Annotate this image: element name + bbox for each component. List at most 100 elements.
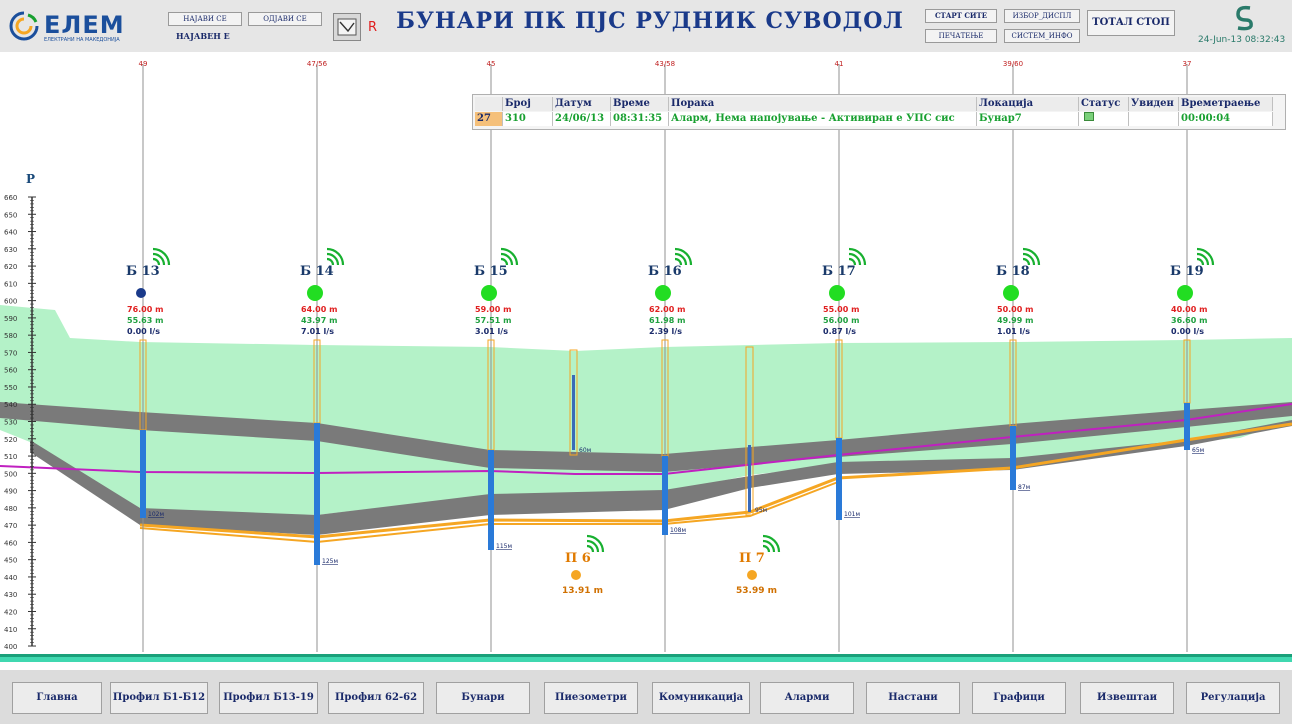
pump-status-icon[interactable] <box>136 288 146 298</box>
well-name-19[interactable]: Б 19 <box>1170 264 1204 279</box>
axis-tick-label: 400 <box>4 643 17 651</box>
well-depth-label: 101м <box>844 511 860 518</box>
alarm-row[interactable]: 27 310 24/06/13 08:31:35 Аларм, Нема нап… <box>475 112 1273 126</box>
well-flow-value: 0.87 l/s <box>823 327 856 336</box>
well-level-value: 64.00 m <box>301 305 338 314</box>
pump-status-icon[interactable] <box>481 285 497 301</box>
print-button[interactable]: ПЕЧАТЕЊЕ <box>925 29 997 43</box>
display-toggle-button[interactable] <box>333 13 361 41</box>
pump-status-icon[interactable] <box>1177 285 1193 301</box>
system-info-button[interactable]: СИСТЕМ_ИНФО <box>1004 29 1080 43</box>
alarm-col-time: Време <box>611 97 669 111</box>
piezometer-status-icon[interactable] <box>571 570 581 580</box>
marker-b17: 41 <box>834 60 844 68</box>
well-flow-value: 3.01 l/s <box>475 327 508 336</box>
axis-tick-label: 540 <box>4 401 17 409</box>
logged-in-status: НАЈАВЕН Е <box>176 31 230 41</box>
well-depth-label: 125м <box>322 558 338 565</box>
nav-button-3[interactable]: Профил Б13-19 <box>219 682 318 714</box>
axis-tick-label: 430 <box>4 591 17 599</box>
nav-button-1[interactable]: Главна <box>12 682 102 714</box>
well-flow-value: 1.01 l/s <box>997 327 1030 336</box>
alarm-header-row: Број Датум Време Порака Локација Статус … <box>475 97 1273 111</box>
nav-button-11[interactable]: Извештаи <box>1080 682 1174 714</box>
alarm-col-index <box>475 97 503 111</box>
well-name-14[interactable]: Б 14 <box>300 264 334 279</box>
logout-button[interactable]: ОДЈАВИ СЕ <box>248 12 322 26</box>
signal-icon <box>586 534 605 553</box>
alarm-location: Бунар7 <box>977 112 1079 126</box>
pump-status-icon[interactable] <box>1003 285 1019 301</box>
piezometer-status-icon[interactable] <box>747 570 757 580</box>
nav-button-10[interactable]: Графици <box>972 682 1066 714</box>
well-values: 55.00 m 56.00 m 0.87 l/s <box>823 304 859 337</box>
axis-tick-label: 560 <box>4 367 17 375</box>
axis-tick-label: 460 <box>4 539 17 547</box>
axis-tick-label: 410 <box>4 626 17 634</box>
well-name-17[interactable]: Б 17 <box>822 264 856 279</box>
alarm-col-duration: Времетраење <box>1179 97 1273 111</box>
nav-button-7[interactable]: Комуникација <box>652 682 750 714</box>
well-values: 76.00 m 55.63 m 0.00 l/s <box>127 304 163 337</box>
axis-tick-label: 500 <box>4 470 17 478</box>
nav-button-5[interactable]: Бунари <box>436 682 530 714</box>
nav-button-12[interactable]: Регулација <box>1186 682 1280 714</box>
well-pipe <box>314 423 320 565</box>
well-pipe <box>662 456 668 535</box>
well-water-value: 56.00 m <box>823 316 860 325</box>
well-flow-value: 0.00 l/s <box>1171 327 1204 336</box>
pump-status-icon[interactable] <box>307 285 323 301</box>
elem-logo-icon <box>9 11 39 41</box>
signal-icon <box>500 247 519 266</box>
display-select-button[interactable]: ИЗБОР_ДИСПЛ <box>1004 9 1080 23</box>
nav-button-8[interactable]: Аларми <box>760 682 854 714</box>
well-flow-value: 0.00 l/s <box>127 327 160 336</box>
pump-status-icon[interactable] <box>655 285 671 301</box>
marker-b14: 47/56 <box>306 60 328 68</box>
well-depth-label: 115м <box>496 543 512 550</box>
status-square-icon <box>1084 112 1094 121</box>
piezometer-value-p7: 53.99 m <box>736 586 777 596</box>
axis-tick-label: 450 <box>4 557 17 565</box>
well-flow-value: 2.39 l/s <box>649 327 682 336</box>
axis-tick-label: 420 <box>4 608 17 616</box>
axis-tick-label: 480 <box>4 505 17 513</box>
marker-b15: 45 <box>486 60 496 68</box>
axis-tick-label: 530 <box>4 419 17 427</box>
alarm-number: 310 <box>503 112 553 126</box>
alarm-status <box>1079 112 1129 126</box>
well-name-13[interactable]: Б 13 <box>126 264 160 279</box>
axis-tick-label: 440 <box>4 574 17 582</box>
nav-button-4[interactable]: Профил 62-62 <box>328 682 424 714</box>
well-name-16[interactable]: Б 16 <box>648 264 682 279</box>
well-name-18[interactable]: Б 18 <box>996 264 1030 279</box>
well-water-value: 36.60 m <box>1171 316 1208 325</box>
axis-tick-label: 520 <box>4 436 17 444</box>
axis-tick-label: 590 <box>4 315 17 323</box>
total-stop-button[interactable]: ТОТАЛ СТОП <box>1087 10 1175 36</box>
alarm-col-seen: Увиден <box>1129 97 1179 111</box>
axis-tick-label: 660 <box>4 194 17 202</box>
piezometer-tube <box>572 375 575 450</box>
well-pipe <box>836 438 842 520</box>
header-bar: ЕЛЕМ ЕЛЕКТРАНИ НА МАКЕДОНИЈА НАЈАВИ СЕ О… <box>0 0 1292 52</box>
login-button[interactable]: НАЈАВИ СЕ <box>168 12 242 26</box>
axis-tick-label: 570 <box>4 349 17 357</box>
nav-button-6[interactable]: Пиезометри <box>544 682 638 714</box>
well-pipe <box>1184 403 1190 450</box>
well-depth-label: 108м <box>670 527 686 534</box>
alarm-table[interactable]: Број Датум Време Порака Локација Статус … <box>472 94 1286 130</box>
signal-icon <box>326 247 345 266</box>
well-values: 50.00 m 49.99 m 1.01 l/s <box>997 304 1033 337</box>
nav-button-9[interactable]: Настани <box>866 682 960 714</box>
well-pipe <box>488 450 494 550</box>
well-level-value: 40.00 m <box>1171 305 1208 314</box>
signal-icon <box>152 247 171 266</box>
well-name-15[interactable]: Б 15 <box>474 264 508 279</box>
axis-tick-label: 620 <box>4 263 17 271</box>
bottom-bar <box>0 657 1292 662</box>
nav-button-2[interactable]: Профил Б1-Б12 <box>110 682 208 714</box>
pump-status-icon[interactable] <box>829 285 845 301</box>
well-water-value: 61.98 m <box>649 316 686 325</box>
start-all-button[interactable]: СТАРТ СИТЕ <box>925 9 997 23</box>
